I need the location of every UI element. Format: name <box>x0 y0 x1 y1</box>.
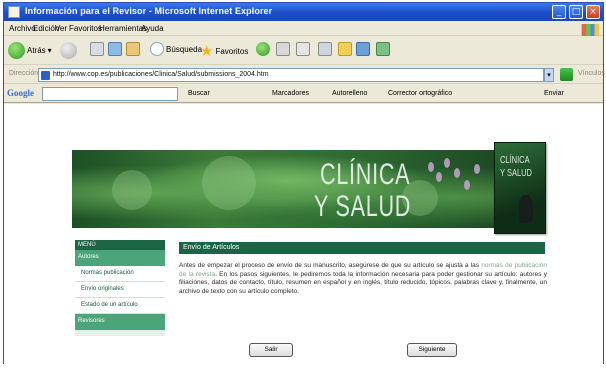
banner-texture <box>202 156 256 210</box>
banner-flower <box>454 168 460 178</box>
menu-ver[interactable]: Ver <box>55 24 67 33</box>
google-search-input[interactable] <box>42 87 178 101</box>
page-icon <box>41 71 50 80</box>
mail-button[interactable] <box>276 42 290 60</box>
browser-window: Información para el Revisor - Microsoft … <box>3 2 605 364</box>
banner-flower <box>444 158 450 168</box>
screenshot-frame: Información para el Revisor - Microsoft … <box>0 0 606 373</box>
sidebar-menu: MENÚ Autores Normas publicación Envío or… <box>75 240 165 336</box>
search-label: Búsqueda <box>166 44 203 54</box>
sidebar-item-normas[interactable]: Normas publicación <box>75 266 165 282</box>
google-spellcheck-button[interactable]: Corrector ortográfico <box>388 90 452 97</box>
favorites-star-icon: ★ <box>200 43 214 60</box>
banner-texture <box>112 170 152 210</box>
address-input[interactable]: http://www.cop.es/publicaciones/Clinica/… <box>38 68 544 82</box>
search-icon <box>150 42 164 56</box>
sidebar-item-estado[interactable]: Estado de un artículo <box>75 298 165 314</box>
google-logo: Google <box>7 88 34 98</box>
page-title: Envío de Artículos <box>179 242 545 254</box>
minimize-button[interactable]: _ <box>552 5 566 19</box>
history-icon <box>256 42 270 56</box>
next-button[interactable]: Siguiente <box>407 343 457 357</box>
forward-button[interactable] <box>60 42 77 60</box>
banner-title-line2: Y SALUD <box>314 190 412 223</box>
folder-icon <box>338 42 352 56</box>
window-title: Información para el Revisor - Microsoft … <box>25 6 273 16</box>
forward-arrow-icon <box>60 42 77 59</box>
google-search-button[interactable]: Buscar <box>188 90 210 97</box>
address-bar: Dirección http://www.cop.es/publicacione… <box>4 66 605 84</box>
messenger-icon <box>356 42 370 56</box>
back-button[interactable]: Atrás ▾ <box>8 42 52 60</box>
google-autofill-button[interactable]: Autorelleno <box>332 90 367 97</box>
title-bar: Información para el Revisor - Microsoft … <box>4 3 603 21</box>
content-paragraph: Antes de empezar el proceso de envío de … <box>179 262 547 296</box>
menu-herramientas[interactable]: Herramientas <box>99 24 147 33</box>
messenger-button[interactable] <box>356 42 370 60</box>
cover-title-line2: Y SALUD <box>500 168 532 179</box>
maximize-button[interactable]: □ <box>569 5 583 19</box>
cover-title-line1: CLÍNICA <box>500 155 530 166</box>
address-label: Dirección <box>9 70 39 77</box>
go-button[interactable] <box>560 68 573 81</box>
favorites-button[interactable]: ★ Favoritos <box>200 42 248 60</box>
print-icon <box>296 42 310 56</box>
search-button[interactable]: Búsqueda <box>150 42 202 60</box>
menu-favoritos[interactable]: Favoritos <box>69 24 102 33</box>
google-send-button[interactable]: Enviar <box>544 90 564 97</box>
links-label[interactable]: Vínculos <box>578 70 605 77</box>
paragraph-text-a: Antes de empezar el proceso de envío de … <box>179 262 480 269</box>
tools-icon <box>376 42 390 56</box>
sidebar-header: MENÚ <box>75 240 165 250</box>
address-url: http://www.cop.es/publicaciones/Clinica/… <box>53 71 269 78</box>
folder-button[interactable] <box>338 42 352 60</box>
google-toolbar: Google Buscar Marcadores Autorelleno Cor… <box>4 85 603 103</box>
dropdown-arrow-icon: ▾ <box>47 46 52 55</box>
back-label: Atrás <box>27 46 46 55</box>
menu-bar: Archivo Edición Ver Favoritos Herramient… <box>4 22 603 36</box>
menu-ayuda[interactable]: Ayuda <box>141 24 164 33</box>
edit-icon <box>318 42 332 56</box>
mail-icon <box>276 42 290 56</box>
exit-button[interactable]: Salir <box>249 343 293 357</box>
banner-title-line1: CLÍNICA <box>320 158 411 191</box>
banner-flower <box>428 162 434 172</box>
sidebar-item-envio[interactable]: Envío originales <box>75 282 165 298</box>
journal-cover: CLÍNICA Y SALUD <box>494 142 546 234</box>
edit-button[interactable] <box>318 42 332 60</box>
menu-archivo[interactable]: Archivo <box>9 24 36 33</box>
tools-button[interactable] <box>376 42 390 60</box>
ie-app-icon <box>8 6 20 18</box>
cover-figure <box>519 195 533 223</box>
stop-button[interactable] <box>90 42 104 60</box>
history-button[interactable] <box>256 42 270 60</box>
banner-flower <box>436 172 442 182</box>
sidebar-item-revisores[interactable]: Revisores <box>75 314 165 330</box>
journal-banner: CLÍNICA Y SALUD <box>72 150 546 228</box>
home-button[interactable] <box>126 42 140 60</box>
banner-flower <box>464 180 470 190</box>
page-viewport: CLÍNICA Y SALUD CLÍNICA Y SALUD MENÚ Aut… <box>4 104 603 364</box>
close-button[interactable]: × <box>586 5 600 19</box>
banner-flower <box>474 164 480 174</box>
refresh-icon <box>108 42 122 56</box>
windows-logo-icon <box>581 24 599 36</box>
sidebar-item-autores[interactable]: Autores <box>75 250 165 266</box>
print-button[interactable] <box>296 42 310 60</box>
google-bookmarks-button[interactable]: Marcadores <box>272 90 309 97</box>
paragraph-text-b: . En los pasos siguientes, le pediremos … <box>179 270 548 295</box>
stop-icon <box>90 42 104 56</box>
back-arrow-icon <box>8 42 25 59</box>
refresh-button[interactable] <box>108 42 122 60</box>
address-dropdown-button[interactable]: ▾ <box>544 68 554 82</box>
home-icon <box>126 42 140 56</box>
favorites-label: Favoritos <box>215 46 249 56</box>
standard-toolbar: Atrás ▾ Búsqueda ★ Favoritos <box>4 37 603 65</box>
